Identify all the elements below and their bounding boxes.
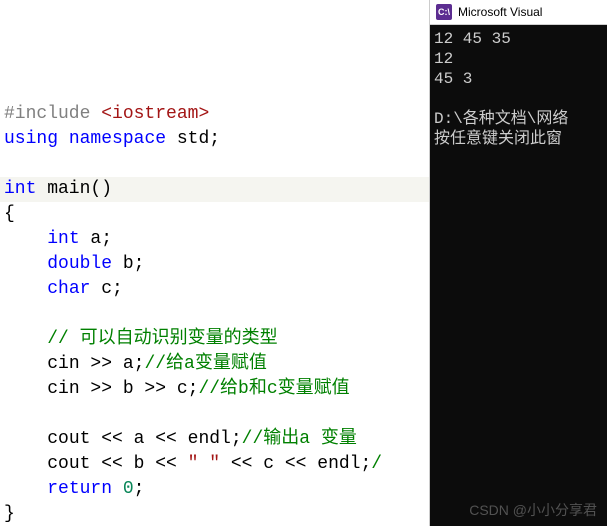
comment-line: // 可以自动识别变量的类型: [47, 329, 277, 349]
console-output[interactable]: 12 45 35 12 45 3 D:\各种文档\网络 按任意键关闭此窗: [430, 25, 607, 526]
code-cin-a: cin >> a;: [47, 354, 144, 374]
keyword-return: return: [47, 479, 112, 499]
comment-inline: //给b和c变量赋值: [198, 379, 349, 399]
console-window: C:\ Microsoft Visual 12 45 35 12 45 3 D:…: [429, 0, 607, 526]
brace-open: {: [4, 204, 15, 224]
console-title-text: Microsoft Visual: [458, 5, 542, 19]
code-cin-bc: cin >> b >> c;: [47, 379, 198, 399]
code-cout-b-part1: cout << b <<: [47, 454, 187, 474]
code-cout-b-part2: << c << endl;: [220, 454, 371, 474]
keyword-int: int: [4, 179, 36, 199]
keyword-using: using: [4, 129, 58, 149]
keyword-namespace: namespace: [69, 129, 166, 149]
console-app-icon: C:\: [436, 4, 452, 20]
keyword-char: char: [47, 279, 90, 299]
code-cout-a: cout << a << endl;: [47, 429, 241, 449]
keyword-double: double: [47, 254, 112, 274]
console-line: D:\各种文档\网络: [434, 110, 568, 128]
comment-inline: //给a变量赋值: [144, 354, 266, 374]
console-line: 12 45 35: [434, 30, 511, 48]
console-line: 12: [434, 50, 453, 68]
include-header: <iostream>: [90, 104, 209, 124]
console-line: 按任意键关闭此窗: [434, 130, 562, 148]
brace-close: }: [4, 504, 15, 524]
string-literal: " ": [188, 454, 220, 474]
console-titlebar[interactable]: C:\ Microsoft Visual: [430, 0, 607, 25]
code-editor[interactable]: #include <iostream> using namespace std;…: [0, 0, 429, 526]
comment-inline: //输出a 变量: [242, 429, 357, 449]
preprocessor: #include: [4, 104, 90, 124]
code-content: #include <iostream> using namespace std;…: [4, 77, 429, 526]
console-line: 45 3: [434, 70, 472, 88]
number-literal: 0: [123, 479, 134, 499]
watermark-text: CSDN @小小分享君: [469, 500, 597, 520]
keyword-int: int: [47, 229, 79, 249]
comment-cut: /: [371, 454, 382, 474]
